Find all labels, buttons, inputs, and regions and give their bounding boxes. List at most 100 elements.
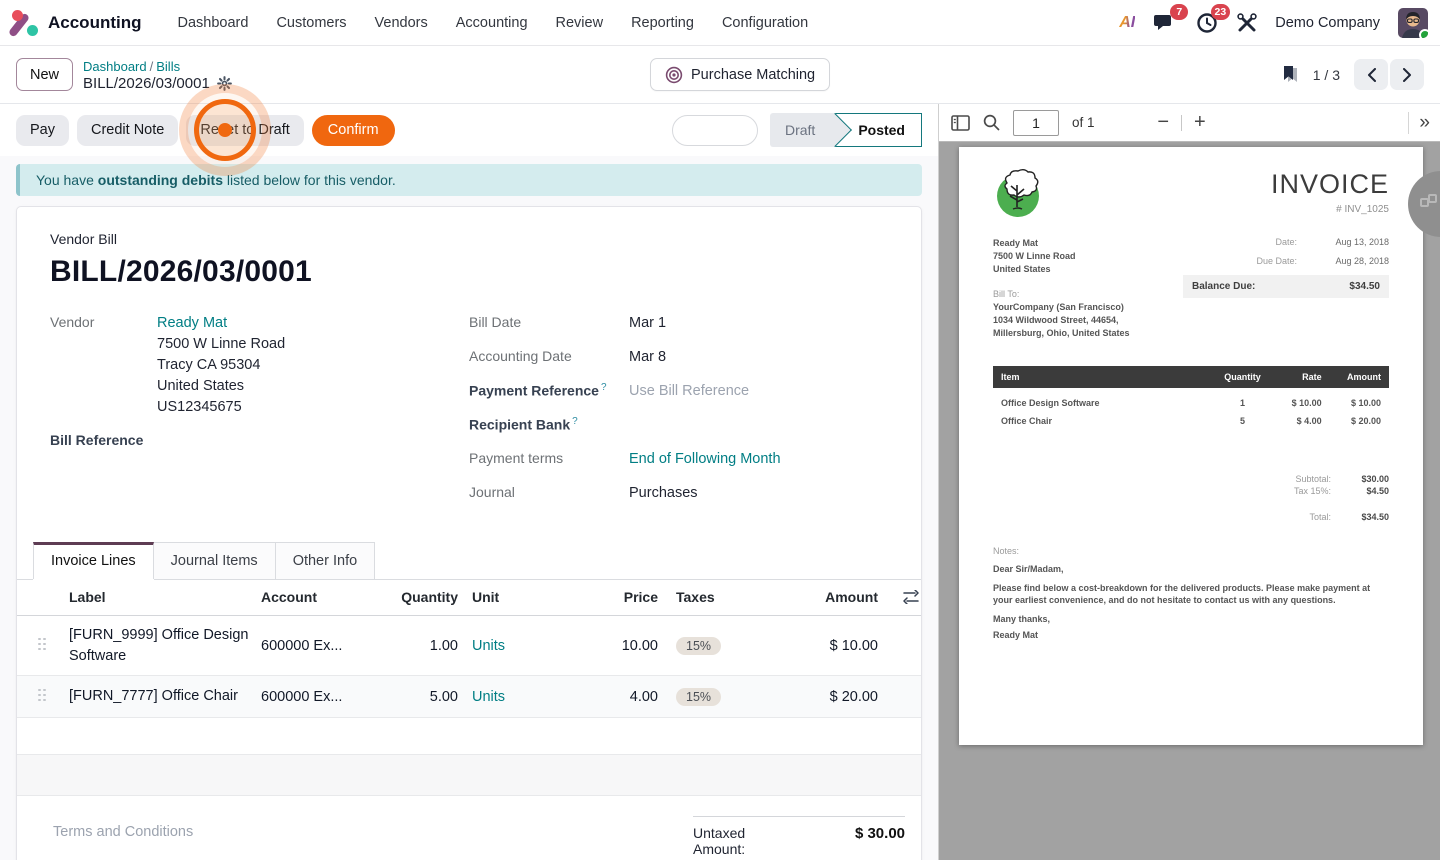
col-amount[interactable]: Amount [792,583,882,611]
accounting-date-field[interactable]: Mar 8 [629,347,666,368]
pdf-notes-section: Notes: Dear Sir/Madam, Please find below… [993,546,1389,641]
col-taxes[interactable]: Taxes [662,583,792,611]
pdf-totals-block: Subtotal: $30.00 Tax 15%: $4.50 Total: $… [993,474,1389,524]
pager-next-button[interactable] [1390,59,1424,90]
line-label[interactable]: [FURN_9999] Office Design Software [65,619,257,673]
menu-accounting[interactable]: Accounting [446,9,538,37]
line-account[interactable]: 600000 Ex... [257,683,392,711]
vendor-logo-tree-icon [993,169,1043,219]
new-button[interactable]: New [16,58,73,91]
line-price[interactable]: 10.00 [537,632,662,660]
notebook-tabs: Invoice Lines Journal Items Other Info [17,542,921,580]
reset-to-draft-button[interactable]: Reset to Draft [186,115,303,146]
online-status-dot [1419,29,1428,38]
menu-dashboard[interactable]: Dashboard [168,9,259,37]
invoice-lines-table: Label Account Quantity Unit Price Taxes … [17,579,921,796]
line-quantity[interactable]: 5.00 [392,683,462,711]
col-quantity[interactable]: Quantity [392,583,462,611]
menu-vendors[interactable]: Vendors [365,9,438,37]
journal-field[interactable]: Purchases [629,483,698,504]
tools-icon[interactable] [1237,13,1257,33]
pdf-date-label: Date: [1275,237,1297,247]
col-label[interactable]: Label [65,583,257,611]
line-amount: $ 20.00 [792,683,882,711]
breadcrumb-dashboard[interactable]: Dashboard [83,59,147,74]
toolbar-more-button[interactable]: » [1408,112,1428,134]
menu-configuration[interactable]: Configuration [712,9,818,37]
vendor-link[interactable]: Ready Mat [157,315,227,331]
menu-reporting[interactable]: Reporting [621,9,704,37]
tax-badge[interactable]: 15% [676,637,721,655]
status-posted[interactable]: Posted [835,113,922,147]
zoom-out-button[interactable]: − [1157,111,1169,134]
confirm-button[interactable]: Confirm [312,115,395,146]
pdf-date-value: Aug 13, 2018 [1297,237,1389,247]
document-type-label: Vendor Bill [50,231,888,247]
tax-badge[interactable]: 15% [676,688,721,706]
app-name: Accounting [48,13,142,33]
sidebar-toggle-icon[interactable] [951,115,970,131]
company-switcher[interactable]: Demo Company [1275,15,1380,31]
tab-other-info[interactable]: Other Info [275,542,375,579]
recipient-bank-label: Recipient Bank? [469,415,629,436]
pdf-bill-to-name: YourCompany (San Francisco) [993,301,1183,314]
pdf-stage: INVOICE # INV_1025 Ready Mat 7500 W Linn… [939,143,1440,860]
payment-reference-field[interactable]: Use Bill Reference [629,381,749,402]
bill-sheet: Vendor Bill BILL/2026/03/0001 Vendor Rea… [16,206,922,860]
line-unit[interactable]: Units [462,632,537,660]
col-unit[interactable]: Unit [462,583,537,611]
pay-button[interactable]: Pay [16,115,69,146]
vendor-address-line: United States [157,376,285,397]
tab-journal-items[interactable]: Journal Items [153,542,276,579]
activities-icon[interactable]: 23 [1195,11,1219,35]
odoo-logo-icon [12,10,38,36]
terms-and-conditions-field[interactable]: Terms and Conditions [53,816,193,860]
pdf-balance-due-row: Balance Due: $34.50 [1183,275,1389,298]
empty-status-pill[interactable] [672,115,758,146]
vendor-address-line: US12345675 [157,397,285,418]
bill-date-label: Bill Date [469,313,629,334]
purchase-matching-button[interactable]: Purchase Matching [650,58,830,91]
gear-icon[interactable] [217,76,232,91]
breadcrumb-bills[interactable]: Bills [156,59,180,74]
page-number-input[interactable] [1013,110,1059,136]
line-quantity[interactable]: 1.00 [392,632,462,660]
bookmark-icon[interactable] [1281,65,1299,84]
untaxed-amount-value: $ 30.00 [799,825,905,842]
zoom-in-button[interactable]: + [1194,111,1206,134]
pdf-bill-to-city: Millersburg, Ohio, United States [993,327,1183,340]
statusbar-buttons: Pay Credit Note Reset to Draft Confirm D… [0,104,938,156]
payment-terms-field[interactable]: End of Following Month [629,451,781,467]
pager-previous-button[interactable] [1354,59,1388,90]
line-price[interactable]: 4.00 [537,683,662,711]
line-unit[interactable]: Units [462,683,537,711]
bill-date-field[interactable]: Mar 1 [629,313,666,334]
menu-review[interactable]: Review [546,9,614,37]
column-settings-icon[interactable] [903,590,919,604]
line-label[interactable]: [FURN_7777] Office Chair [65,680,257,713]
credit-note-button[interactable]: Credit Note [77,115,178,146]
record-title: BILL/2026/03/0001 [83,75,210,92]
user-avatar[interactable] [1398,8,1428,38]
empty-line-row[interactable] [17,718,921,755]
app-brand[interactable]: Accounting [12,10,142,36]
search-icon[interactable] [983,114,1000,131]
messages-icon[interactable]: 7 [1153,11,1177,35]
invoice-line-row[interactable]: [FURN_9999] Office Design Software 60000… [17,616,921,676]
pdf-bill-to-label: Bill To: [993,288,1183,301]
tab-invoice-lines[interactable]: Invoice Lines [33,542,154,579]
help-icon: ? [601,382,607,393]
line-account[interactable]: 600000 Ex... [257,632,392,660]
help-icon: ? [572,416,578,427]
pdf-seller-street: 7500 W Linne Road [993,250,1183,263]
table-header-row: Label Account Quantity Unit Price Taxes … [17,579,921,616]
invoice-line-row[interactable]: [FURN_7777] Office Chair 600000 Ex... 5.… [17,676,921,718]
col-price[interactable]: Price [537,583,662,611]
vendor-address-line: 7500 W Linne Road [157,334,285,355]
payment-reference-label: Payment Reference? [469,381,629,402]
ai-assistant-icon[interactable]: AI [1119,14,1135,32]
main-menu: Dashboard Customers Vendors Accounting R… [168,9,819,37]
col-account[interactable]: Account [257,583,392,611]
totals-block: Untaxed Amount: $ 30.00 Tax 15%: $ 4.50 … [693,816,905,860]
menu-customers[interactable]: Customers [266,9,356,37]
